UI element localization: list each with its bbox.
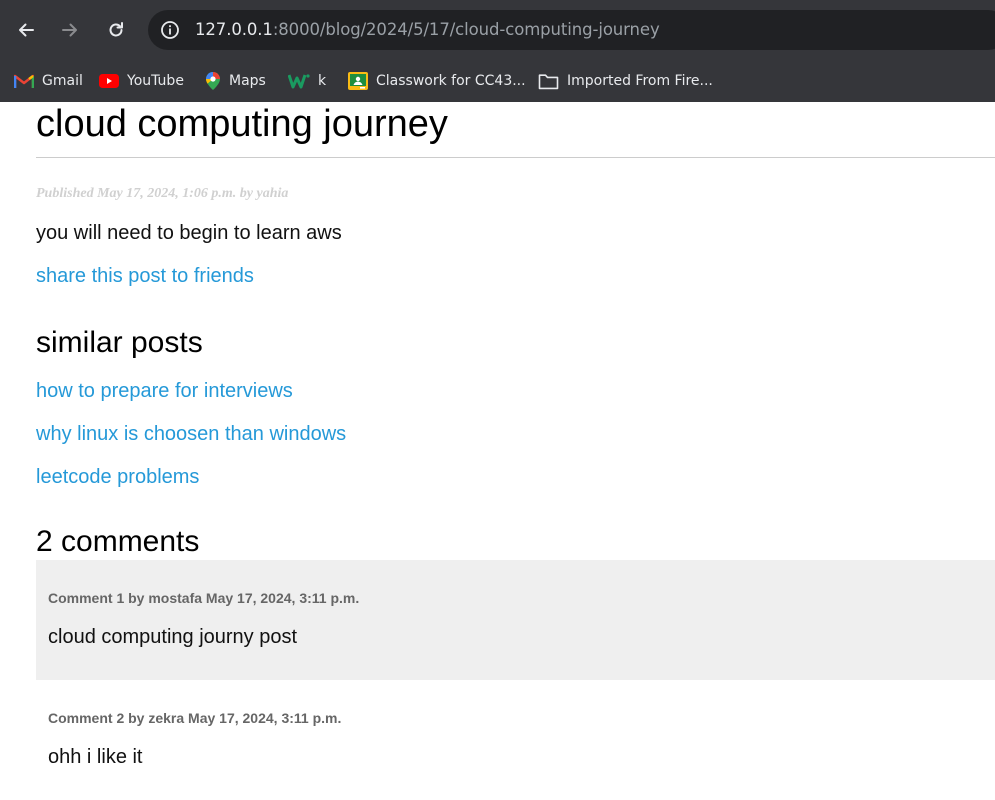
bookmark-label: Maps	[229, 73, 266, 89]
site-info-icon[interactable]	[160, 20, 180, 40]
similar-post-link[interactable]: how to prepare for interviews	[36, 380, 293, 403]
bookmark-label: Classwork for CC43...	[376, 73, 526, 89]
bookmark-imported-folder[interactable]: Imported From Fire...	[538, 67, 713, 95]
maps-icon	[206, 72, 220, 90]
similar-post-link[interactable]: leetcode problems	[36, 466, 199, 489]
title-divider	[36, 157, 995, 158]
browser-chrome: 127.0.0.1:8000/blog/2024/5/17/cloud-comp…	[0, 0, 995, 102]
comment-info: Comment 1 by mostafa May 17, 2024, 3:11 …	[48, 590, 360, 606]
bookmark-label: Gmail	[42, 73, 83, 89]
comments-heading: 2 comments	[36, 525, 200, 558]
post-meta: Published May 17, 2024, 1:06 p.m. by yah…	[36, 186, 289, 201]
youtube-icon	[99, 74, 119, 88]
bookmark-k[interactable]: k	[288, 67, 326, 95]
bookmark-maps[interactable]: Maps	[205, 67, 266, 95]
share-post-link[interactable]: share this post to friends	[36, 265, 254, 288]
reload-icon	[109, 22, 123, 37]
url-text[interactable]: 127.0.0.1:8000/blog/2024/5/17/cloud-comp…	[195, 20, 660, 40]
w-icon	[288, 74, 310, 89]
comment: Comment 2 by zekra May 17, 2024, 3:11 p.…	[36, 680, 995, 800]
comment: Comment 1 by mostafa May 17, 2024, 3:11 …	[36, 560, 995, 680]
comment-text: cloud computing journy post	[48, 626, 298, 648]
bookmark-classwork[interactable]: Classwork for CC43...	[348, 67, 526, 95]
bookmark-gmail[interactable]: Gmail	[14, 67, 83, 95]
post-body: you will need to begin to learn aws	[36, 222, 342, 244]
similar-posts-heading: similar posts	[36, 326, 203, 359]
post-title: cloud computing journey	[36, 103, 448, 145]
bookmarks-bar: Gmail YouTube Maps k Classwork for CC43.…	[0, 61, 995, 102]
url-host: 127.0.0.1	[195, 20, 273, 39]
comment-info: Comment 2 by zekra May 17, 2024, 3:11 p.…	[48, 710, 342, 726]
arrow-right-icon	[62, 23, 77, 37]
browser-toolbar: 127.0.0.1:8000/blog/2024/5/17/cloud-comp…	[0, 0, 995, 61]
gmail-icon	[14, 74, 34, 88]
arrow-left-icon	[19, 23, 34, 37]
bookmark-youtube[interactable]: YouTube	[99, 67, 184, 95]
folder-icon	[538, 73, 559, 89]
bookmark-label: Imported From Fire...	[567, 73, 713, 89]
classroom-icon	[348, 72, 368, 90]
comment-text: ohh i like it	[48, 746, 143, 768]
bookmark-label: YouTube	[127, 73, 184, 89]
forward-button[interactable]	[54, 14, 86, 46]
url-path: :8000/blog/2024/5/17/cloud-computing-jou…	[272, 20, 660, 39]
address-bar[interactable]: 127.0.0.1:8000/blog/2024/5/17/cloud-comp…	[148, 10, 995, 50]
reload-button[interactable]	[100, 14, 132, 46]
bookmark-label: k	[318, 73, 327, 89]
back-button[interactable]	[10, 14, 42, 46]
similar-post-link[interactable]: why linux is choosen than windows	[36, 423, 346, 446]
